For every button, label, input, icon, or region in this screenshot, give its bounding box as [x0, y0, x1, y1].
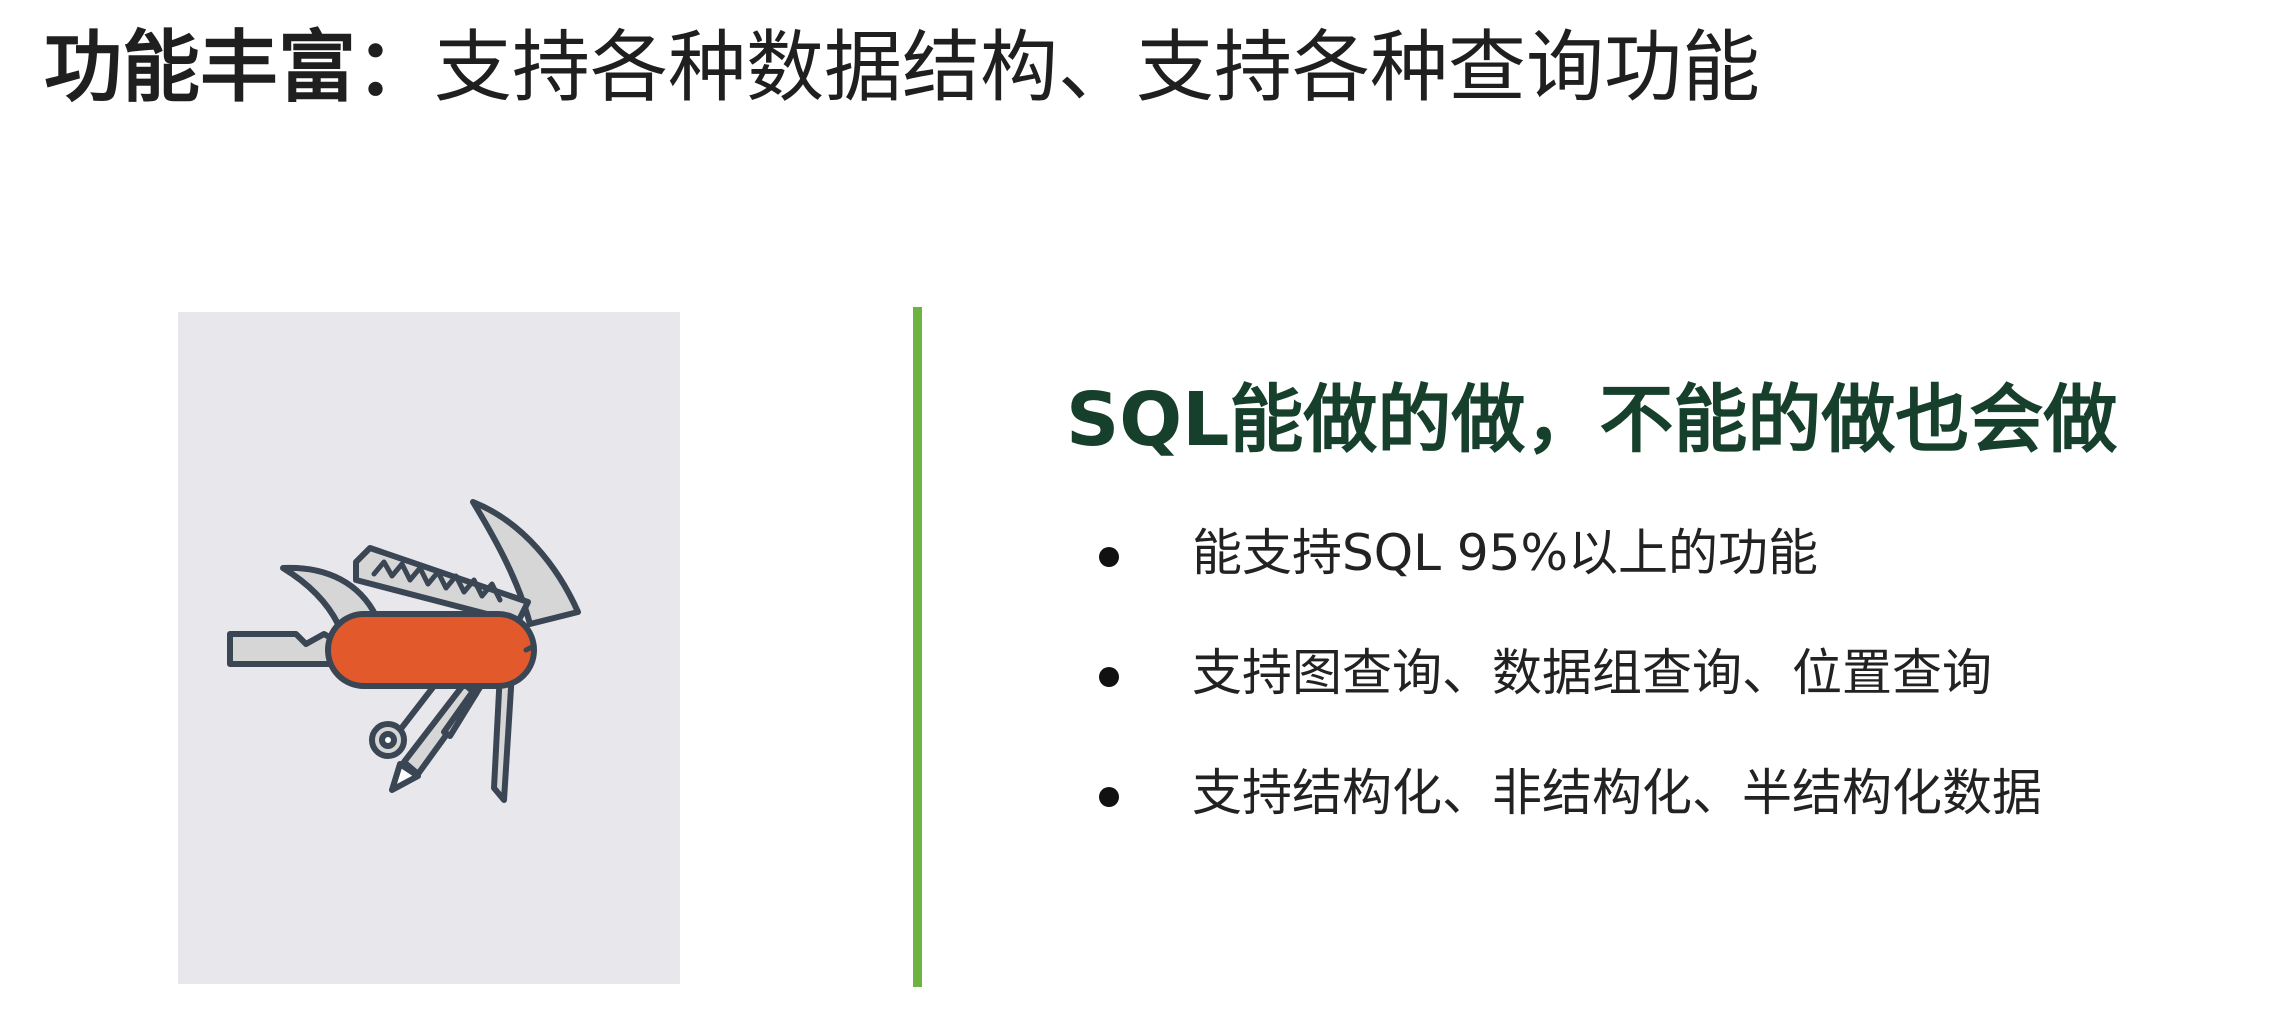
list-item-text: 支持结构化、非结构化、半结构化数据 — [1192, 764, 2042, 822]
list-item: 能支持SQL 95%以上的功能 — [1098, 505, 2042, 625]
slide-title-lead: 功能丰富： — [44, 23, 435, 113]
list-item-text: 支持图查询、数据组查询、位置查询 — [1192, 644, 1992, 702]
vertical-divider — [913, 307, 922, 987]
list-item-text: 能支持SQL 95%以上的功能 — [1192, 524, 1818, 582]
illustration-panel — [178, 312, 680, 984]
bullet-dot-icon — [1099, 667, 1119, 687]
section-headline: SQL能做的做，不能的做也会做 — [1066, 377, 2118, 463]
list-item: 支持结构化、非结构化、半结构化数据 — [1098, 745, 2042, 865]
feature-list: 能支持SQL 95%以上的功能 支持图查询、数据组查询、位置查询 支持结构化、非… — [1098, 505, 2042, 865]
list-item: 支持图查询、数据组查询、位置查询 — [1098, 625, 2042, 745]
bullet-dot-icon — [1099, 547, 1119, 567]
bullet-dot-icon — [1099, 787, 1119, 807]
slide-title: 功能丰富：支持各种数据结构、支持各种查询功能 — [44, 8, 1760, 128]
swiss-army-knife-icon — [227, 499, 581, 803]
slide-title-rest: 支持各种数据结构、支持各种查询功能 — [434, 23, 1761, 113]
